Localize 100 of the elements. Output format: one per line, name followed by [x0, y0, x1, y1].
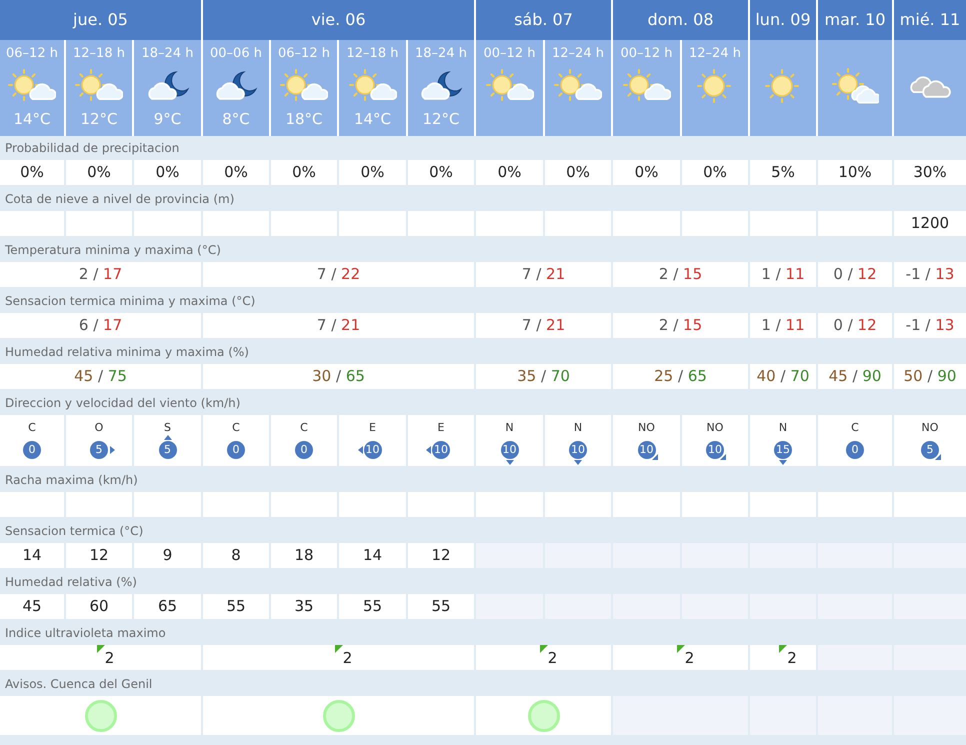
- table-cell: [476, 492, 545, 517]
- arrow-icon: [779, 460, 787, 465]
- table-cell: [271, 492, 339, 517]
- day-header: dom. 08: [613, 0, 750, 40]
- wind-speed-badge: 15: [774, 441, 792, 459]
- min-max-value: 50 / 90: [904, 366, 956, 388]
- uv-index: 2: [684, 648, 694, 670]
- wind-speed-badge: 5: [158, 441, 176, 459]
- min-max-value: 7 / 22: [316, 264, 360, 286]
- period-temperature: 9°C: [154, 109, 182, 130]
- day-header: vie. 06: [203, 0, 476, 40]
- min-max-value: 2 / 17: [78, 264, 122, 286]
- uv-index: 2: [342, 648, 352, 670]
- table-cell: [134, 211, 203, 236]
- period-time: 12–24 h: [552, 46, 604, 61]
- min-max-value: 40 / 70: [756, 366, 810, 388]
- wind-speed-badge: 5: [90, 441, 108, 459]
- table-cell: [613, 211, 682, 236]
- period-time: 12–24 h: [689, 46, 741, 61]
- period-time: 00–12 h: [620, 46, 672, 61]
- table-cell: [613, 492, 682, 517]
- cell-value: 35: [294, 596, 314, 618]
- period-time: 00–12 h: [484, 46, 536, 61]
- uv-index: 2: [548, 648, 558, 670]
- table-cell: [339, 492, 408, 517]
- arrow-icon: [720, 454, 726, 460]
- cell-value: 55: [226, 596, 246, 618]
- table-cell: [203, 211, 271, 236]
- min-max-value: -1 / 13: [906, 315, 954, 336]
- arrow-icon: [652, 454, 658, 460]
- cell-value: 1200: [910, 213, 950, 234]
- period-time: 18–24 h: [142, 46, 194, 61]
- wind-direction: E: [369, 422, 376, 433]
- wind-speed-badge: 0: [227, 441, 245, 459]
- min-max-value: 7 / 21: [522, 315, 566, 336]
- min-max-value: 0 / 12: [833, 264, 877, 286]
- cell-value: 0%: [87, 162, 111, 184]
- cell-value: 0%: [498, 162, 522, 184]
- wind-direction: C: [28, 422, 36, 433]
- wind-direction: NO: [706, 422, 724, 433]
- row-title: Avisos. Cuenca del Genil: [5, 676, 152, 693]
- uv-index: 2: [104, 648, 114, 670]
- period-time: 00–06 h: [210, 46, 262, 61]
- min-max-value: 30 / 65: [312, 366, 365, 388]
- cell-value: 60: [89, 596, 109, 618]
- day-header: mar. 10: [818, 0, 894, 40]
- min-max-value: 2 / 15: [658, 315, 702, 336]
- min-max-value: 7 / 21: [316, 315, 360, 336]
- period-temperature: 18°C: [285, 109, 323, 130]
- table-cell: [750, 211, 818, 236]
- wind-direction: C: [851, 422, 859, 433]
- table-cell: [408, 211, 476, 236]
- cell-value: 55: [431, 596, 451, 618]
- cell-value: 30%: [913, 162, 947, 184]
- table-cell: [134, 492, 203, 517]
- cell-value: 14: [362, 545, 382, 566]
- wind-direction: O: [94, 422, 104, 433]
- row-title: Temperatura minima y maxima (°C): [5, 242, 221, 259]
- wind-direction: N: [574, 422, 582, 433]
- min-max-value: 2 / 15: [658, 264, 702, 286]
- cell-value: 5%: [771, 162, 795, 184]
- min-max-value: 1 / 11: [761, 315, 805, 336]
- cell-value: 0%: [292, 162, 316, 184]
- row-title: Humedad relativa minima y maxima (%): [5, 344, 249, 361]
- period-time: 06–12 h: [6, 46, 58, 61]
- table-cell: [750, 492, 818, 517]
- table-cell: [66, 211, 134, 236]
- table-cell: [339, 211, 408, 236]
- min-max-value: 1 / 11: [761, 264, 805, 286]
- period-temperature: 12°C: [80, 109, 118, 130]
- cell-value: 8: [231, 545, 241, 566]
- cell-value: 0%: [360, 162, 384, 184]
- wind-speed-badge: 0: [295, 441, 313, 459]
- arrow-icon: [358, 446, 362, 454]
- wind-speed-badge: 0: [23, 441, 41, 459]
- cell-value: 0%: [224, 162, 248, 184]
- table-cell: [545, 492, 613, 517]
- cell-value: 12: [431, 545, 451, 566]
- arrow-icon: [426, 446, 431, 454]
- day-header: lun. 09: [750, 0, 818, 40]
- row-title: Humedad relativa (%): [5, 574, 137, 591]
- cell-value: 45: [22, 596, 42, 618]
- period-time: 12–18 h: [73, 46, 125, 61]
- min-max-value: 7 / 21: [522, 264, 566, 286]
- row-title: Racha maxima (km/h): [5, 472, 138, 489]
- table-cell: [476, 211, 545, 236]
- cell-value: 10%: [838, 162, 872, 184]
- period-temperature: 12°C: [422, 109, 460, 130]
- wind-direction: NO: [922, 422, 938, 433]
- wind-direction: NO: [638, 422, 655, 433]
- period-time: 12–18 h: [346, 46, 398, 61]
- cell-value: 9: [162, 545, 172, 566]
- table-cell: [203, 492, 271, 517]
- min-max-value: 45 / 75: [74, 366, 127, 388]
- table-cell: [682, 492, 750, 517]
- min-max-value: 0 / 12: [833, 315, 877, 336]
- wind-speed-badge: 0: [846, 441, 864, 459]
- arrow-icon: [164, 435, 172, 440]
- row-title: Sensacion termica (°C): [5, 523, 144, 540]
- wind-direction: C: [300, 422, 308, 433]
